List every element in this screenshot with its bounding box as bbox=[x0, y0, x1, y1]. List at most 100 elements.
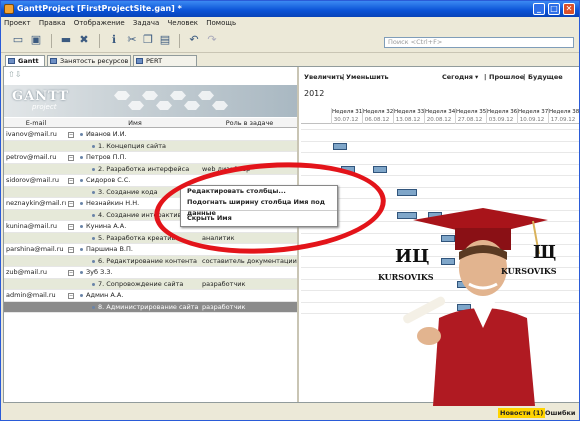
redo-icon[interactable]: ↷ bbox=[205, 33, 219, 47]
menu-edit[interactable]: Правка bbox=[36, 19, 69, 27]
table-row[interactable]: petrov@mail.ru − Петров П.П. bbox=[4, 152, 297, 164]
paste-icon[interactable]: ▤ bbox=[158, 33, 172, 47]
collapse-icon[interactable]: − bbox=[68, 224, 74, 230]
menu-help[interactable]: Помощь bbox=[203, 19, 239, 27]
person-icon bbox=[80, 179, 83, 182]
chevron-down-icon[interactable]: ▾ bbox=[475, 72, 478, 82]
row-name: Петров П.П. bbox=[86, 153, 127, 161]
column-email[interactable]: E-mail bbox=[6, 118, 66, 128]
properties-icon[interactable]: ℹ bbox=[107, 33, 121, 47]
week-label: Неделя 31 bbox=[332, 109, 363, 115]
row-name: 7. Сопровождение сайта bbox=[98, 279, 184, 288]
hex-decoration bbox=[170, 91, 186, 100]
week-column-header: Неделя 37 10.09.12 bbox=[517, 108, 548, 124]
week-column-header: Неделя 38 17.09.12 bbox=[548, 108, 579, 124]
task-bar[interactable] bbox=[373, 165, 387, 173]
week-label: Неделя 34 bbox=[425, 109, 456, 115]
title-bar[interactable]: GanttProject [FirstProjectSite.gan] * _ … bbox=[1, 1, 579, 17]
zoom-out-button[interactable]: Уменьшить bbox=[346, 72, 389, 82]
task-bar[interactable] bbox=[397, 188, 417, 196]
row-email: sidorov@mail.ru bbox=[6, 176, 59, 184]
search-input[interactable]: Поиск <Ctrl+F> bbox=[384, 37, 574, 48]
row-name: Админ А.А. bbox=[86, 291, 124, 299]
hex-decoration bbox=[184, 101, 200, 110]
hex-decoration bbox=[198, 91, 214, 100]
task-icon bbox=[92, 282, 95, 286]
row-name: Зуб З.З. bbox=[86, 268, 113, 276]
collapse-icon[interactable]: − bbox=[68, 270, 74, 276]
row-name: 6. Редактирование контента bbox=[98, 256, 198, 265]
column-name[interactable]: Имя bbox=[68, 118, 202, 128]
save-icon[interactable]: ▣ bbox=[29, 33, 43, 47]
undo-icon[interactable]: ↶ bbox=[187, 33, 201, 47]
table-row[interactable]: 6. Редактирование контента составитель до… bbox=[4, 255, 297, 267]
table-row[interactable]: 8. Администрирование сайта разработчик bbox=[4, 301, 297, 313]
table-row[interactable]: 1. Концепция сайта bbox=[4, 140, 297, 152]
future-button[interactable]: Будущее bbox=[528, 72, 563, 82]
table-row[interactable]: 7. Сопровождение сайта разработчик bbox=[4, 278, 297, 290]
collapse-icon[interactable]: − bbox=[68, 155, 74, 161]
copy-icon[interactable]: ❐ bbox=[141, 33, 155, 47]
collapse-icon[interactable]: − bbox=[68, 178, 74, 184]
table-row[interactable]: ivanov@mail.ru − Иванов И.И. bbox=[4, 129, 297, 141]
open-icon[interactable]: ▭ bbox=[11, 33, 25, 47]
tab-gantt[interactable]: Gantt bbox=[5, 55, 45, 66]
task-icon bbox=[92, 236, 95, 240]
window-title: GanttProject [FirstProjectSite.gan] * bbox=[17, 4, 182, 13]
maximize-button[interactable]: □ bbox=[548, 3, 560, 15]
hex-decoration bbox=[156, 101, 172, 110]
row-role: составитель документации bbox=[202, 256, 297, 265]
collapse-icon[interactable]: − bbox=[68, 201, 74, 207]
menu-person[interactable]: Человек bbox=[165, 19, 202, 27]
task-icon bbox=[92, 259, 95, 263]
week-label: Неделя 36 bbox=[487, 109, 518, 115]
week-date: 30.07.12 bbox=[333, 117, 359, 123]
row-name: Иванов И.И. bbox=[86, 130, 127, 138]
collapse-icon[interactable]: − bbox=[68, 132, 74, 138]
row-role: разработчик bbox=[202, 302, 246, 311]
table-row[interactable]: admin@mail.ru − Админ А.А. bbox=[4, 290, 297, 302]
news-badge[interactable]: Новости (1) bbox=[498, 408, 546, 418]
navigation-arrows-icon[interactable]: ⇧⇩ bbox=[8, 70, 21, 79]
week-date: 27.08.12 bbox=[457, 117, 483, 123]
promo-left-big: ИЦ bbox=[395, 246, 430, 267]
minimize-button[interactable]: _ bbox=[533, 3, 545, 15]
week-column-header: Неделя 33 13.08.12 bbox=[393, 108, 424, 124]
week-date: 03.09.12 bbox=[488, 117, 514, 123]
new-resource-icon[interactable]: ▬ bbox=[59, 33, 73, 47]
toolbar-divider: | bbox=[342, 73, 345, 81]
week-column-header: Неделя 35 27.08.12 bbox=[455, 108, 486, 124]
errors-link[interactable]: Ошибки bbox=[545, 408, 576, 418]
task-bar[interactable] bbox=[333, 142, 347, 150]
row-email: parshina@mail.ru bbox=[6, 245, 64, 253]
task-icon bbox=[92, 305, 95, 309]
past-button[interactable]: Прошлое bbox=[489, 72, 524, 82]
row-email: ivanov@mail.ru bbox=[6, 130, 57, 138]
delete-icon[interactable]: ✖ bbox=[77, 33, 91, 47]
week-column-header: Неделя 36 03.09.12 bbox=[486, 108, 518, 124]
close-button[interactable]: ✕ bbox=[563, 3, 575, 15]
chart-toolbar: Увеличить | Уменьшить Сегодня ▾ | Прошло… bbox=[301, 72, 579, 82]
promo-right-big: Щ bbox=[533, 242, 557, 263]
zoom-in-button[interactable]: Увеличить bbox=[304, 72, 344, 82]
task-icon bbox=[92, 213, 95, 217]
column-role[interactable]: Роль в задаче bbox=[202, 118, 297, 128]
collapse-icon[interactable]: − bbox=[68, 293, 74, 299]
cut-icon[interactable]: ✂ bbox=[125, 33, 139, 47]
hex-decoration bbox=[128, 101, 144, 110]
tab-resources[interactable]: Занятость ресурсов bbox=[47, 55, 131, 66]
week-header: Неделя 31 30.07.12 Неделя 32 06.08.12 Неделя… bbox=[301, 108, 579, 124]
tab-pert[interactable]: PERT диаграмма bbox=[133, 55, 197, 75]
menu-project[interactable]: Проект bbox=[1, 19, 34, 27]
toolbar-divider: | bbox=[523, 73, 526, 81]
collapse-icon[interactable]: − bbox=[68, 247, 74, 253]
row-name: 1. Концепция сайта bbox=[98, 141, 166, 150]
today-button[interactable]: Сегодня bbox=[442, 72, 473, 82]
menu-view[interactable]: Отображение bbox=[71, 19, 128, 27]
person-icon bbox=[80, 156, 83, 159]
grid-line bbox=[301, 140, 579, 142]
graduate-illustration bbox=[403, 208, 548, 406]
table-row[interactable]: zub@mail.ru − Зуб З.З. bbox=[4, 267, 297, 279]
menu-task[interactable]: Задача bbox=[130, 19, 162, 27]
logo-subtitle: project bbox=[32, 103, 57, 111]
